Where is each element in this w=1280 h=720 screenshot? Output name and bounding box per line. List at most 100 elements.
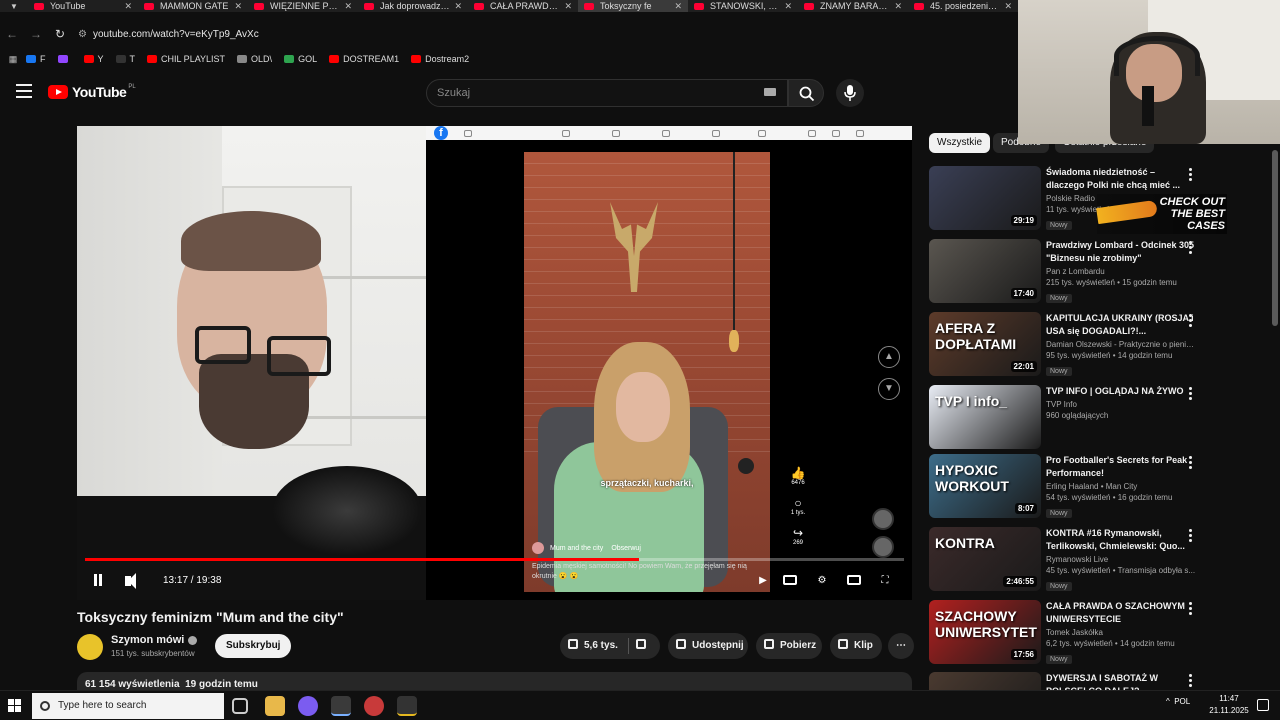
like-button[interactable]: 5,6 tys. — [568, 639, 618, 651]
bookmark-item[interactable]: OLD\ — [237, 54, 272, 64]
video-thumbnail[interactable]: SZACHOWY UNIWERSYTET 17:56 — [929, 600, 1041, 664]
bookmark-item[interactable]: Dostream2 — [411, 54, 469, 64]
video-thumbnail[interactable]: TVP I info_ — [929, 385, 1041, 449]
search-button[interactable] — [788, 79, 824, 107]
video-menu-icon[interactable] — [1189, 674, 1193, 689]
bookmark-item[interactable]: T — [115, 54, 135, 64]
video-title[interactable]: KONTRA #16 Rymanowski, Terlikowski, Chmi… — [1046, 527, 1196, 553]
video-progress-bar[interactable] — [85, 558, 904, 561]
tray-language[interactable]: POL — [1174, 697, 1190, 706]
bookmark-item[interactable]: DOSTREAM1 — [329, 54, 399, 64]
settings-gear-icon[interactable]: ⚙ — [811, 570, 833, 592]
browser-tab[interactable]: YouTube ✕ — [28, 0, 138, 12]
video-channel[interactable]: TVP Info — [1046, 400, 1196, 409]
tab-close-icon[interactable]: ✕ — [1004, 1, 1012, 12]
video-menu-icon[interactable] — [1189, 456, 1193, 471]
volume-button[interactable] — [123, 570, 141, 592]
tab-close-icon[interactable]: ✕ — [344, 1, 352, 12]
tab-close-icon[interactable]: ✕ — [124, 1, 132, 12]
browser-tab[interactable]: ZNAMY BARAŻO ✕ — [798, 0, 908, 12]
video-thumbnail[interactable]: 17:40 — [929, 239, 1041, 303]
start-windows-icon[interactable] — [8, 699, 22, 713]
video-title[interactable]: CAŁA PRAWDA O SZACHOWYM UNIWERSYTECIE — [1046, 600, 1196, 626]
chrome-app-icon[interactable] — [331, 696, 351, 716]
video-thumbnail[interactable]: HYPOXIC WORKOUT 8:07 — [929, 454, 1041, 518]
video-menu-icon[interactable] — [1189, 241, 1193, 256]
search-input[interactable]: Szukaj — [426, 79, 788, 107]
video-thumbnail[interactable]: 29:19 — [929, 166, 1041, 230]
browser-tab[interactable]: STANOWSKI, ZEM ✕ — [688, 0, 798, 12]
pause-button[interactable] — [91, 570, 105, 592]
video-thumbnail[interactable]: AFERA Z DOPŁATAMI 22:01 — [929, 312, 1041, 376]
tray-chevron-icon[interactable]: ^ — [1166, 697, 1170, 706]
dislike-button[interactable] — [636, 633, 652, 659]
file-explorer-icon[interactable] — [265, 696, 285, 716]
subtitles-button[interactable] — [779, 570, 801, 592]
video-title[interactable]: Świadoma niedzietność – dlaczego Polki n… — [1046, 166, 1196, 192]
recommended-video[interactable]: KONTRA 2:46:55 KONTRA #16 Rymanowski, Terl… — [929, 527, 1259, 593]
notifications-icon[interactable] — [1257, 699, 1269, 711]
browser-tab[interactable]: Toksyczny fe ✕ — [578, 0, 688, 12]
video-title[interactable]: Pro Footballer's Secrets for Peak Perfor… — [1046, 454, 1196, 480]
browser-tab[interactable]: WIĘZIENNE PORA ✕ — [248, 0, 358, 12]
bookmark-item[interactable]: F — [26, 54, 46, 64]
recommended-video[interactable]: SZACHOWY UNIWERSYTET 17:56 CAŁA PRAWDA O S… — [929, 600, 1259, 666]
chip-all[interactable]: Wszystkie — [929, 133, 990, 153]
url-field[interactable]: youtube.com/watch?v=eKyTp9_AvXc — [93, 29, 259, 40]
site-info-icon[interactable]: ⚙ — [78, 29, 87, 40]
browser-tab[interactable]: MAMMON GATE ✕ — [138, 0, 248, 12]
task-view-icon[interactable] — [232, 698, 248, 714]
more-actions-button[interactable]: ⋯ — [888, 633, 914, 659]
channel-name[interactable]: Szymon mówi — [111, 634, 184, 646]
forward-button[interactable]: → — [24, 27, 48, 41]
reload-button[interactable]: ↻ — [48, 27, 72, 41]
video-menu-icon[interactable] — [1189, 168, 1193, 183]
tab-close-icon[interactable]: ✕ — [894, 1, 902, 12]
apps-grid-icon[interactable]: ▦ — [0, 54, 26, 65]
browser-tab[interactable]: 45. posiedzenie S ✕ — [908, 0, 1018, 12]
download-button[interactable]: Pobierz — [756, 633, 822, 659]
back-button[interactable]: ← — [0, 27, 24, 41]
tab-close-icon[interactable]: ✕ — [674, 1, 682, 12]
channel-avatar[interactable] — [77, 634, 103, 660]
taskbar-search-input[interactable]: Type here to search — [32, 693, 224, 719]
tab-close-icon[interactable]: ✕ — [454, 1, 462, 12]
hamburger-menu-icon[interactable] — [16, 84, 32, 98]
channel-name-wrap[interactable]: Szymon mówi — [111, 634, 198, 646]
video-menu-icon[interactable] — [1189, 602, 1193, 617]
subscribe-button[interactable]: Subskrybuj — [215, 634, 292, 658]
stream-app-icon[interactable] — [364, 696, 384, 716]
fullscreen-button[interactable]: ⛶ — [874, 570, 896, 592]
video-menu-icon[interactable] — [1189, 387, 1193, 402]
recommended-video[interactable]: TVP I info_ TVP INFO | OGLĄDAJ NA ŻYWO TVP… — [929, 385, 1259, 451]
video-channel[interactable]: Damian Olszewski - Praktycznie o pienią.… — [1046, 340, 1196, 349]
bookmark-item[interactable]: GOL — [284, 54, 317, 64]
taskbar-clock[interactable]: 11:47 21.11.2025 — [1207, 693, 1251, 717]
video-channel[interactable]: Pan z Lombardu — [1046, 267, 1196, 276]
video-channel[interactable]: Erling Haaland • Man City — [1046, 482, 1196, 491]
video-player[interactable]: f sprzątaczki, kucharki, Mum and the cit… — [77, 126, 912, 600]
video-title[interactable]: KAPITULACJA UKRAINY (ROSJA i USA się DOG… — [1046, 312, 1196, 338]
recommended-video[interactable]: AFERA Z DOPŁATAMI 22:01 KAPITULACJA UKRAIN… — [929, 312, 1259, 378]
pinned-app-icon[interactable] — [397, 696, 417, 716]
keyboard-icon[interactable] — [764, 88, 776, 96]
video-menu-icon[interactable] — [1189, 314, 1193, 329]
video-title[interactable]: Prawdziwy Lombard - Odcinek 305 "Biznesu… — [1046, 239, 1196, 265]
recommended-video[interactable]: 17:40 Prawdziwy Lombard - Odcinek 305 "Bi… — [929, 239, 1259, 305]
obs-app-icon[interactable] — [298, 696, 318, 716]
tab-search-chevron-icon[interactable]: ▼ — [0, 2, 28, 11]
voice-search-button[interactable] — [836, 79, 864, 107]
video-channel[interactable]: Rymanowski Live — [1046, 555, 1196, 564]
browser-tab[interactable]: CAŁA PRAWDA O ✕ — [468, 0, 578, 12]
sidebar-scrollbar[interactable] — [1272, 150, 1278, 326]
tab-close-icon[interactable]: ✕ — [784, 1, 792, 12]
clip-button[interactable]: Klip — [830, 633, 882, 659]
bookmark-item[interactable] — [57, 54, 72, 64]
video-thumbnail[interactable]: KONTRA 2:46:55 — [929, 527, 1041, 591]
tab-close-icon[interactable]: ✕ — [234, 1, 242, 12]
bookmark-item[interactable]: Y — [83, 54, 104, 64]
share-button[interactable]: Udostępnij — [668, 633, 748, 659]
browser-tab[interactable]: Jak doprowadzon ✕ — [358, 0, 468, 12]
video-menu-icon[interactable] — [1189, 529, 1193, 544]
miniplayer-button[interactable] — [843, 570, 865, 592]
